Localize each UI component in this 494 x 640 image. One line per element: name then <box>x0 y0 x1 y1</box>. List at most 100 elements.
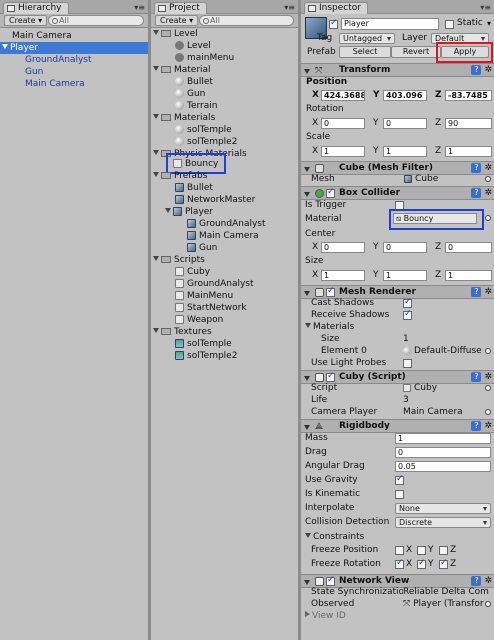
meshfilter-header[interactable]: Cube (Mesh Filter) ? ✲ <box>301 161 494 175</box>
gear-icon[interactable]: ✲ <box>484 372 492 382</box>
hierarchy-item-main-camera[interactable]: Main Camera <box>12 30 72 42</box>
observed-value[interactable]: ⤧ Player (Transfor <box>403 599 487 610</box>
light-probes-checkbox[interactable] <box>403 359 412 368</box>
object-picker-icon[interactable] <box>485 601 491 607</box>
expand-icon[interactable] <box>305 323 311 328</box>
freeze-rot-y-checkbox[interactable] <box>417 558 426 569</box>
panel-menu-icon[interactable]: ▾≡ <box>134 3 145 12</box>
freeze-pos-y-checkbox[interactable] <box>417 546 426 555</box>
mesh-value[interactable]: Cube <box>404 174 438 185</box>
collapse-icon[interactable] <box>304 167 310 172</box>
collapse-icon[interactable] <box>304 291 310 296</box>
texture-soltemple2[interactable]: solTemple2 <box>175 350 237 362</box>
help-icon[interactable]: ? <box>471 163 482 173</box>
drag-field[interactable]: 0 <box>395 447 491 458</box>
size-z-field[interactable]: 1 <box>445 270 492 281</box>
script-value[interactable]: Cuby <box>403 383 437 394</box>
scale-y-field[interactable]: 1 <box>383 146 427 157</box>
size-x-field[interactable]: 1 <box>321 270 365 281</box>
state-sync-dropdown[interactable]: Reliable Delta Com <box>403 587 491 598</box>
asset-gun-material[interactable]: Gun <box>175 88 205 100</box>
prefab-select-button[interactable]: Select <box>339 46 391 58</box>
camera-player-value[interactable]: Main Camera <box>403 407 463 418</box>
prefab-player-gun[interactable]: Gun <box>187 242 217 254</box>
cast-shadows-checkbox[interactable] <box>403 297 412 308</box>
expand-icon[interactable] <box>153 30 159 35</box>
project-tab[interactable]: Project <box>154 2 207 14</box>
mass-field[interactable]: 1 <box>395 433 491 444</box>
expand-icon[interactable] <box>153 114 159 119</box>
help-icon[interactable]: ? <box>471 287 482 297</box>
boxcollider-enabled-checkbox[interactable] <box>326 187 335 198</box>
gear-icon[interactable]: ✲ <box>484 421 492 431</box>
collapse-icon[interactable] <box>304 580 310 585</box>
help-icon[interactable]: ? <box>471 576 482 586</box>
object-name-field[interactable]: Player <box>341 18 439 30</box>
help-icon[interactable]: ? <box>471 372 482 382</box>
element-0-value[interactable]: Default-Diffuse <box>403 346 482 357</box>
expand-icon[interactable] <box>153 66 159 71</box>
center-z-field[interactable]: 0 <box>445 242 492 253</box>
center-y-field[interactable]: 0 <box>383 242 427 253</box>
hierarchy-search-input[interactable]: All <box>48 15 144 26</box>
expand-icon[interactable] <box>305 533 311 538</box>
texture-soltemple[interactable]: solTemple <box>175 338 232 350</box>
hierarchy-item-groundanalyst[interactable]: GroundAnalyst <box>25 54 92 66</box>
folder-textures[interactable]: Textures <box>153 326 212 338</box>
gear-icon[interactable]: ✲ <box>484 576 492 586</box>
expand-icon[interactable] <box>153 172 159 177</box>
transform-header[interactable]: ⤧ Transform ? ✲ <box>301 63 494 77</box>
rigidbody-header[interactable]: ⟁ Rigidbody ? ✲ <box>301 419 494 433</box>
object-picker-icon[interactable] <box>485 385 491 391</box>
expand-icon[interactable] <box>153 328 159 333</box>
life-value[interactable]: 3 <box>403 395 409 406</box>
object-picker-icon[interactable] <box>485 215 491 221</box>
materials-label[interactable]: Materials <box>305 322 354 333</box>
collapse-icon[interactable] <box>304 425 310 430</box>
prefab-revert-button[interactable]: Revert <box>391 46 441 58</box>
meshrenderer-enabled-checkbox[interactable] <box>326 286 335 297</box>
freeze-rot-x-checkbox[interactable] <box>395 558 404 569</box>
rotation-z-field[interactable]: 90 <box>445 118 492 129</box>
asset-soltemple2[interactable]: solTemple2 <box>175 136 237 148</box>
help-icon[interactable]: ? <box>471 65 482 75</box>
static-checkbox[interactable] <box>445 20 454 29</box>
object-picker-icon[interactable] <box>485 176 491 182</box>
freeze-rot-z-checkbox[interactable] <box>439 558 448 569</box>
collapse-icon[interactable] <box>304 192 310 197</box>
is-kinematic-checkbox[interactable] <box>395 490 404 499</box>
hierarchy-tab[interactable]: Hierarchy <box>3 2 69 14</box>
panel-menu-icon[interactable]: ▾≡ <box>284 3 295 12</box>
script-weapon[interactable]: Weapon <box>175 314 223 326</box>
gear-icon[interactable]: ✲ <box>484 163 492 173</box>
active-checkbox[interactable] <box>329 18 338 29</box>
receive-shadows-checkbox[interactable] <box>403 309 412 320</box>
project-search-input[interactable]: All <box>199 15 294 26</box>
prefab-player-groundanalyst[interactable]: GroundAnalyst <box>187 218 266 230</box>
tag-dropdown[interactable]: Untagged <box>339 33 395 44</box>
asset-soltemple[interactable]: solTemple <box>175 124 232 136</box>
panel-menu-icon[interactable]: ▾≡ <box>480 3 491 12</box>
position-z-field[interactable]: -83.7485 <box>445 90 492 101</box>
position-x-field[interactable]: 424.3688 <box>321 90 365 101</box>
collision-detection-dropdown[interactable]: Discrete <box>395 517 491 528</box>
cuby-script-header[interactable]: Cuby (Script) ?✲ <box>301 370 494 384</box>
project-create-button[interactable]: Create ▾ <box>155 15 199 26</box>
object-picker-icon[interactable] <box>485 348 491 354</box>
folder-materials[interactable]: Materials <box>153 112 215 124</box>
scale-z-field[interactable]: 1 <box>445 146 492 157</box>
static-dropdown-icon[interactable]: ▾ <box>487 18 491 29</box>
gear-icon[interactable]: ✲ <box>484 287 492 297</box>
script-cuby[interactable]: Cuby <box>175 266 210 278</box>
networkview-enabled-checkbox[interactable] <box>326 575 335 586</box>
script-startnetwork[interactable]: StartNetwork <box>175 302 247 314</box>
prefab-player-main-camera[interactable]: Main Camera <box>187 230 259 242</box>
hierarchy-item-player[interactable]: Player <box>0 42 148 54</box>
meshrenderer-header[interactable]: Mesh Renderer ?✲ <box>301 285 494 299</box>
asset-level[interactable]: Level <box>175 40 211 52</box>
expand-icon[interactable] <box>153 256 159 261</box>
expand-icon[interactable] <box>153 150 159 155</box>
freeze-pos-x-checkbox[interactable] <box>395 546 404 555</box>
interpolate-dropdown[interactable]: None <box>395 503 491 514</box>
asset-terrain-material[interactable]: Terrain <box>175 100 217 112</box>
